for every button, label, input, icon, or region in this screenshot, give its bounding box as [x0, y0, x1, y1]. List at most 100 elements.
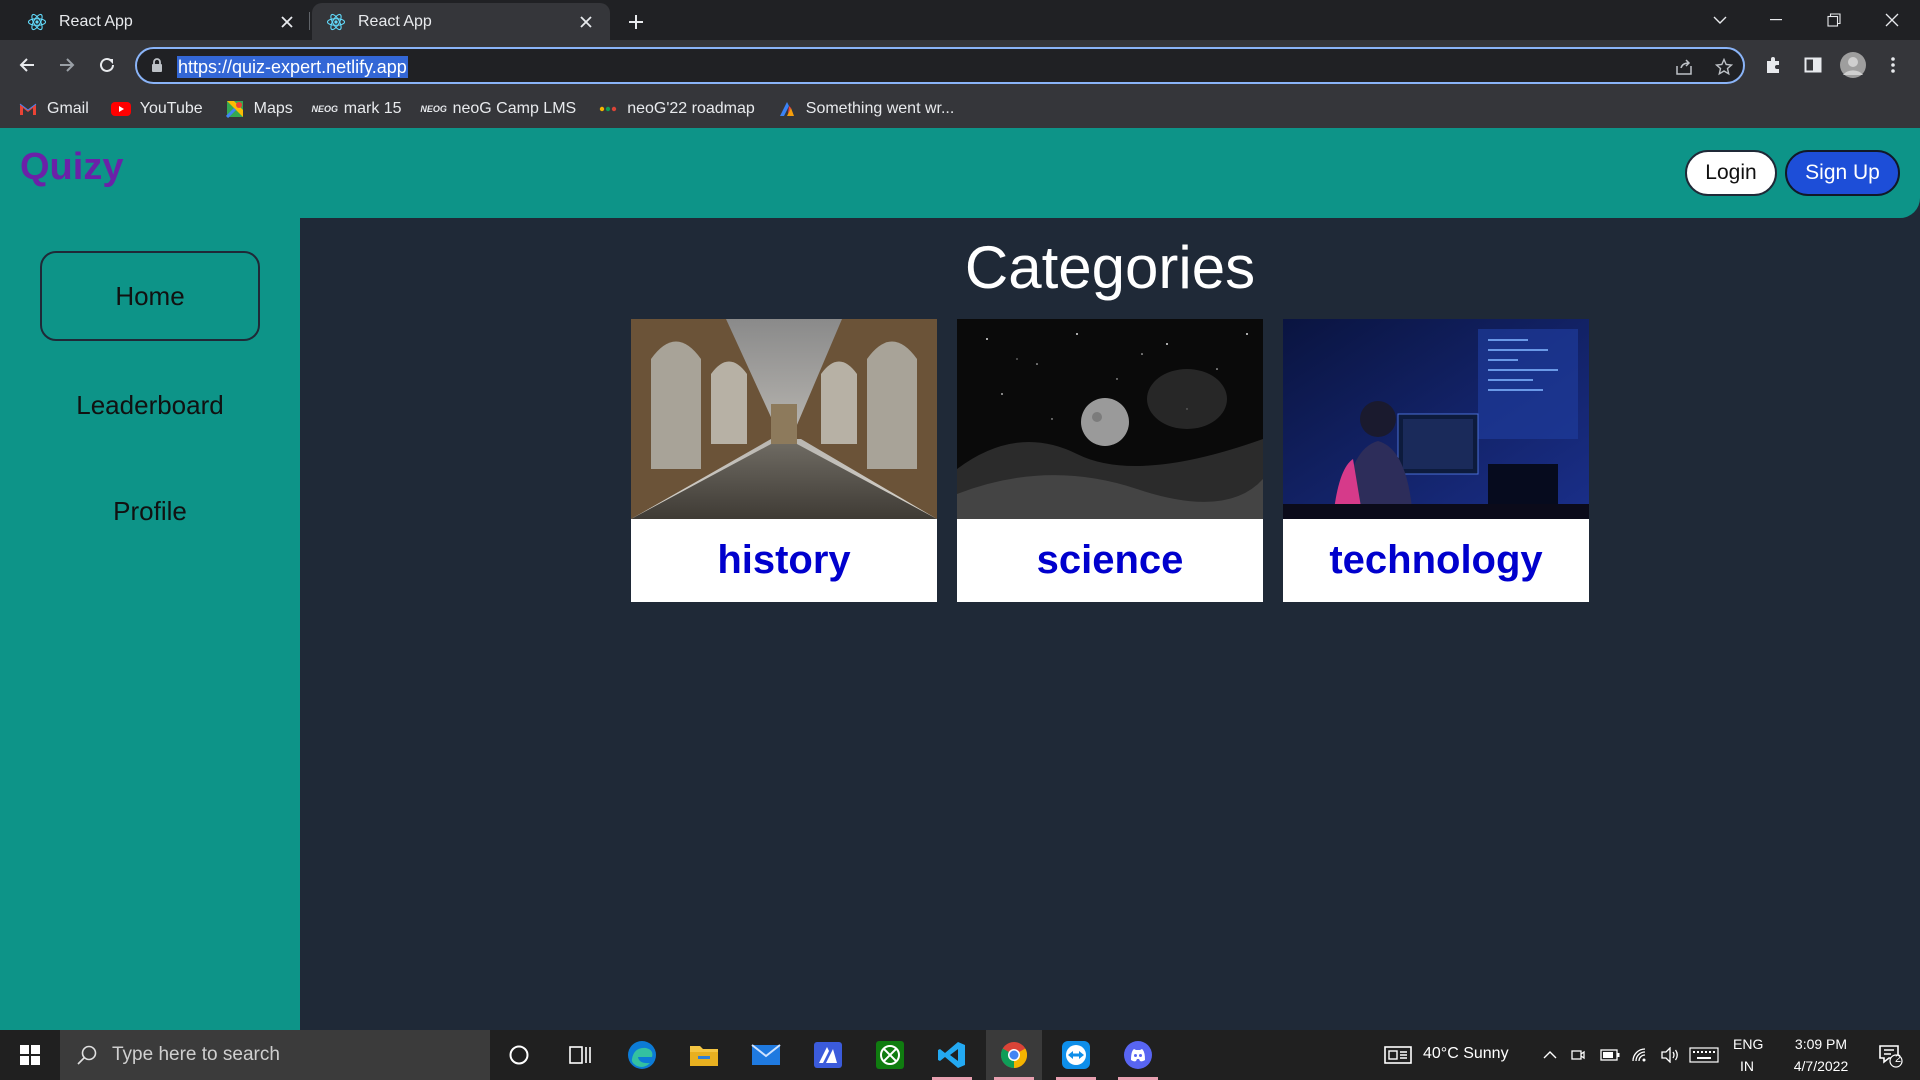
speaker-icon: [1661, 1047, 1678, 1063]
minimize-button[interactable]: [1748, 0, 1804, 40]
file-explorer-app[interactable]: [676, 1030, 732, 1080]
discord-app[interactable]: [1110, 1030, 1166, 1080]
close-icon[interactable]: [277, 12, 297, 32]
browser-menu-button[interactable]: [1878, 50, 1908, 80]
browser-tab[interactable]: React App: [13, 3, 311, 40]
extensions-button[interactable]: [1758, 50, 1788, 80]
star-icon[interactable]: [1714, 57, 1734, 77]
ruined-abbey-photo: [631, 319, 937, 519]
share-icon[interactable]: [1674, 57, 1694, 77]
close-window-button[interactable]: [1864, 0, 1920, 40]
reload-icon: [100, 57, 114, 72]
bookmark-label: YouTube: [139, 99, 203, 117]
restore-button[interactable]: [1806, 0, 1862, 40]
forward-button[interactable]: [52, 50, 82, 80]
chrome-icon: [1000, 1042, 1028, 1069]
search-placeholder: Type here to search: [112, 1044, 280, 1065]
mail-app[interactable]: [738, 1030, 794, 1080]
gmail-icon: [18, 101, 38, 117]
tray-overflow-button[interactable]: [1536, 1030, 1564, 1080]
notification-center-button[interactable]: 2: [1862, 1030, 1918, 1080]
react-icon: [326, 12, 346, 32]
side-panel-button[interactable]: [1798, 50, 1828, 80]
browser-tab-active[interactable]: React App: [312, 3, 610, 40]
bookmark-mark-15[interactable]: NEOG mark 15: [311, 100, 402, 118]
teamviewer-icon: [1062, 1041, 1090, 1069]
category-card-technology[interactable]: technology: [1283, 319, 1589, 602]
lock-icon[interactable]: [151, 58, 163, 78]
arrow-left-icon: [19, 58, 34, 72]
task-view-button[interactable]: [552, 1030, 608, 1080]
taskbar-search[interactable]: Type here to search: [60, 1030, 490, 1080]
signup-button[interactable]: Sign Up: [1785, 150, 1900, 196]
moon-space-photo: [957, 319, 1263, 519]
back-button[interactable]: [12, 50, 42, 80]
bookmark-gmail[interactable]: Gmail: [18, 100, 89, 118]
close-icon[interactable]: [576, 12, 596, 32]
touch-keyboard-button[interactable]: [1688, 1030, 1720, 1080]
bookmark-label: Gmail: [47, 99, 89, 117]
bookmark-something-went-wrong[interactable]: Something went wr...: [777, 100, 954, 118]
xbox-app[interactable]: [862, 1030, 918, 1080]
address-bar[interactable]: https://quiz-expert.netlify.app: [135, 47, 1745, 84]
programmer-at-desk-photo: [1283, 319, 1589, 519]
sidebar-item-home[interactable]: Home: [40, 251, 260, 341]
sidebar-item-leaderboard[interactable]: Leaderboard: [40, 360, 260, 450]
notification-count: 2: [1895, 1053, 1902, 1065]
puzzle-icon: [1767, 57, 1779, 73]
figma-icon: [777, 101, 797, 117]
teamviewer-app[interactable]: [1048, 1030, 1104, 1080]
weather-widget[interactable]: [1378, 1030, 1418, 1080]
vscode-app[interactable]: [924, 1030, 980, 1080]
url-text[interactable]: https://quiz-expert.netlify.app: [177, 56, 408, 78]
bookmark-maps[interactable]: Maps: [225, 100, 293, 118]
login-button[interactable]: Login: [1685, 150, 1777, 196]
meet-now-button[interactable]: [1564, 1030, 1592, 1080]
cortana-button[interactable]: [491, 1030, 547, 1080]
bookmark-label: neoG Camp LMS: [452, 99, 577, 117]
bookmark-label: Maps: [253, 99, 293, 117]
profile-button[interactable]: [1838, 50, 1868, 80]
tab-search-button[interactable]: [1692, 0, 1748, 40]
battery-icon: [1600, 1049, 1620, 1061]
bookmark-neog-roadmap[interactable]: neoG'22 roadmap: [598, 100, 755, 118]
chrome-app[interactable]: [986, 1030, 1042, 1080]
xbox-icon: [876, 1041, 904, 1069]
windows-icon: [20, 1045, 40, 1065]
page-title: Categories: [964, 234, 1256, 301]
bookmark-neog-camp-lms[interactable]: NEOG neoG Camp LMS: [420, 99, 577, 118]
browser-toolbar: https://quiz-expert.netlify.app: [0, 40, 1920, 89]
react-icon: [27, 12, 47, 32]
input-language[interactable]: ENG: [1733, 1036, 1763, 1052]
volume-button[interactable]: [1656, 1030, 1684, 1080]
clock-time[interactable]: 3:09 PM: [1785, 1036, 1857, 1052]
network-button[interactable]: [1626, 1030, 1654, 1080]
category-card-history[interactable]: history: [631, 319, 937, 602]
bookmarks-bar: Gmail YouTube Maps NEOG mark 15 NEOG neo…: [0, 89, 1920, 128]
browser-tab-strip: React App React App: [0, 0, 1920, 40]
tab-separator: [309, 12, 310, 30]
neog-icon: NEOG: [311, 103, 339, 114]
search-icon: [77, 1045, 97, 1065]
sidebar-item-profile[interactable]: Profile: [40, 466, 260, 556]
bookmark-youtube[interactable]: YouTube: [110, 99, 203, 118]
editor-app[interactable]: [800, 1030, 856, 1080]
mail-icon: [751, 1044, 781, 1065]
start-button[interactable]: [2, 1030, 58, 1080]
youtube-icon: [110, 101, 131, 117]
edge-app[interactable]: [614, 1030, 670, 1080]
web-page: Quizy Login Sign Up Home Leaderboard Pro…: [0, 128, 1920, 1030]
cortana-icon: [509, 1045, 529, 1065]
category-card-science[interactable]: science: [957, 319, 1263, 602]
weather-text[interactable]: 40°C Sunny: [1423, 1045, 1509, 1063]
plus-icon: [629, 15, 643, 29]
new-tab-button[interactable]: [622, 8, 650, 36]
battery-button[interactable]: [1596, 1030, 1624, 1080]
wifi-icon: [1632, 1048, 1646, 1062]
reload-button[interactable]: [92, 50, 122, 80]
category-label: history: [717, 538, 851, 582]
folder-icon: [690, 1046, 718, 1066]
clock-date: 4/7/2022: [1793, 1058, 1849, 1074]
brand-logo[interactable]: Quizy: [20, 146, 123, 189]
arrow-right-icon: [60, 58, 75, 72]
